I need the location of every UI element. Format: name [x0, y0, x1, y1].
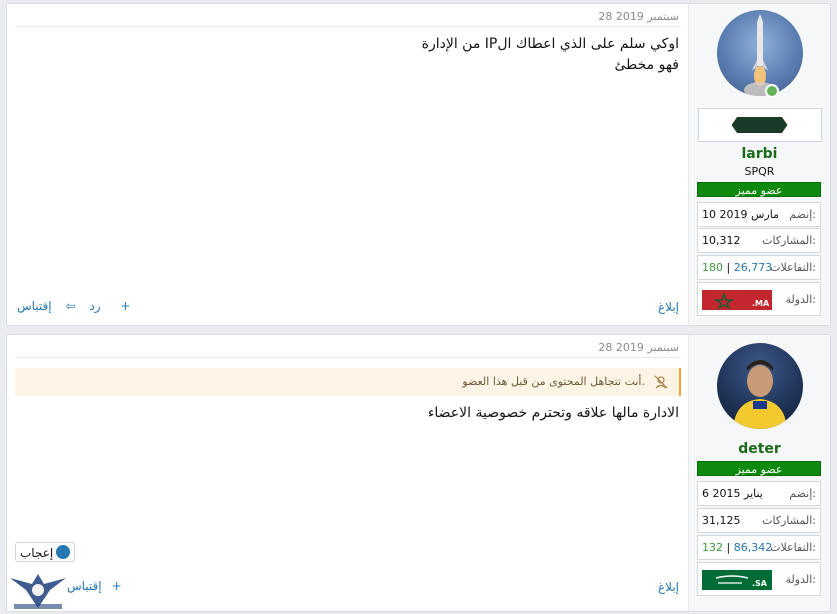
report-link[interactable]: إبلاغ [658, 580, 679, 594]
player-avatar-image [732, 360, 787, 429]
username[interactable]: deter [689, 441, 830, 457]
member-banner: عضو مميز [697, 461, 821, 476]
joined-stat: إنضم: 10 مارس 2019 [697, 202, 821, 227]
post-date[interactable]: 28 سبتمبر 2019 [598, 10, 679, 23]
joined-label: إنضم: [789, 208, 816, 221]
morocco-flag-icon: .MA [702, 290, 772, 310]
joined-label: إنضم: [789, 487, 816, 500]
username[interactable]: larbi [689, 146, 830, 162]
message-line: اوكي سلم على الذي اعطاك الIP من الإدارة [421, 36, 679, 52]
joined-value: 10 مارس 2019 [702, 208, 779, 221]
user-info-column: deter عضو مميز إنضم: 6 يناير 2015 المشار… [688, 335, 830, 611]
country-label: الدولة: [785, 293, 816, 306]
muted-user-icon [654, 375, 668, 389]
reply-button[interactable]: رد ⇦ [65, 299, 110, 313]
ignored-notice-text: أنت تتجاهل المحتوى من قبل هذا العضو. [462, 375, 645, 388]
like-button[interactable]: إعجاب [15, 542, 75, 562]
message-line: فهو مخطئ [614, 57, 679, 73]
online-status-icon [765, 84, 779, 98]
posts-label: المشاركات: [762, 514, 816, 527]
quote-label: إقتباس [67, 579, 102, 593]
plus-icon: + [111, 579, 122, 593]
reaction-score[interactable]: 26,773 [734, 261, 773, 274]
message-line: الادارة مالها علاقه وتحترم خصوصية الاعضا… [427, 405, 679, 421]
user-title: SPQR [744, 165, 775, 178]
svg-text:.SA: .SA [752, 579, 768, 588]
post-content: 28 سبتمبر 2019 أنت تتجاهل المحتوى من قبل… [7, 335, 689, 611]
report-link[interactable]: إبلاغ [658, 300, 679, 314]
reactions-stat: التفاعلات: 132 | 86,342 [697, 535, 821, 560]
joined-stat: إنضم: 6 يناير 2015 [697, 481, 821, 506]
reaction-points: 132 [702, 541, 723, 554]
posts-value: 31,125 [702, 514, 741, 527]
country-stat: الدولة: .SA [697, 562, 821, 596]
avatar[interactable] [716, 10, 803, 96]
post: larbi SPQR عضو مميز إنضم: 10 مارس 2019 ا… [6, 3, 831, 326]
post: deter عضو مميز إنضم: 6 يناير 2015 المشار… [6, 334, 831, 612]
reaction-score[interactable]: 86,342 [734, 541, 773, 554]
post-date[interactable]: 28 سبتمبر 2019 [598, 341, 679, 354]
rank-badge [697, 108, 822, 142]
divider [15, 357, 681, 358]
reactions-label: التفاعلات: [770, 261, 816, 274]
svg-text:.MA: .MA [752, 299, 770, 308]
country-label: الدولة: [785, 573, 816, 586]
posts-value: 10,312 [702, 234, 741, 247]
post-content: 28 سبتمبر 2019 اوكي سلم على الذي اعطاك ا… [7, 4, 689, 325]
reactions-value: 180 | 26,773 [702, 261, 773, 274]
joined-value: 6 يناير 2015 [702, 487, 763, 500]
post-actions: إقتباس + [67, 579, 142, 593]
user-info-column: larbi SPQR عضو مميز إنضم: 10 مارس 2019 ا… [688, 4, 830, 325]
rank-emblem-icon [731, 117, 788, 133]
quote-label: إقتباس [17, 299, 52, 313]
like-label: إعجاب [20, 546, 54, 560]
forum-watermark-logo [10, 574, 66, 609]
divider [15, 26, 681, 27]
post-actions: رد ⇦ إقتباس + [17, 299, 151, 313]
member-banner: عضو مميز [697, 182, 821, 197]
reply-arrow-icon: ⇦ [65, 299, 76, 313]
posts-label: المشاركات: [762, 234, 816, 247]
reply-label: رد [89, 299, 101, 313]
thumbs-up-icon [56, 545, 70, 559]
reactions-label: التفاعلات: [770, 541, 816, 554]
rocket-avatar-image [743, 14, 776, 96]
saudi-flag-icon: .SA [702, 570, 772, 590]
quote-button[interactable]: إقتباس + [67, 579, 132, 593]
avatar[interactable] [716, 343, 803, 429]
plus-icon: + [120, 299, 131, 313]
reactions-value: 132 | 86,342 [702, 541, 773, 554]
post-message: الادارة مالها علاقه وتحترم خصوصية الاعضا… [428, 403, 679, 424]
ignored-member-notice: أنت تتجاهل المحتوى من قبل هذا العضو. [15, 368, 681, 396]
post-message: اوكي سلم على الذي اعطاك الIP من الإدارة … [422, 34, 679, 76]
reaction-points: 180 [702, 261, 723, 274]
posts-stat: المشاركات: 10,312 [697, 228, 821, 253]
posts-stat: المشاركات: 31,125 [697, 508, 821, 533]
country-stat: الدولة: .MA [697, 282, 821, 316]
reactions-stat: التفاعلات: 180 | 26,773 [697, 255, 821, 280]
